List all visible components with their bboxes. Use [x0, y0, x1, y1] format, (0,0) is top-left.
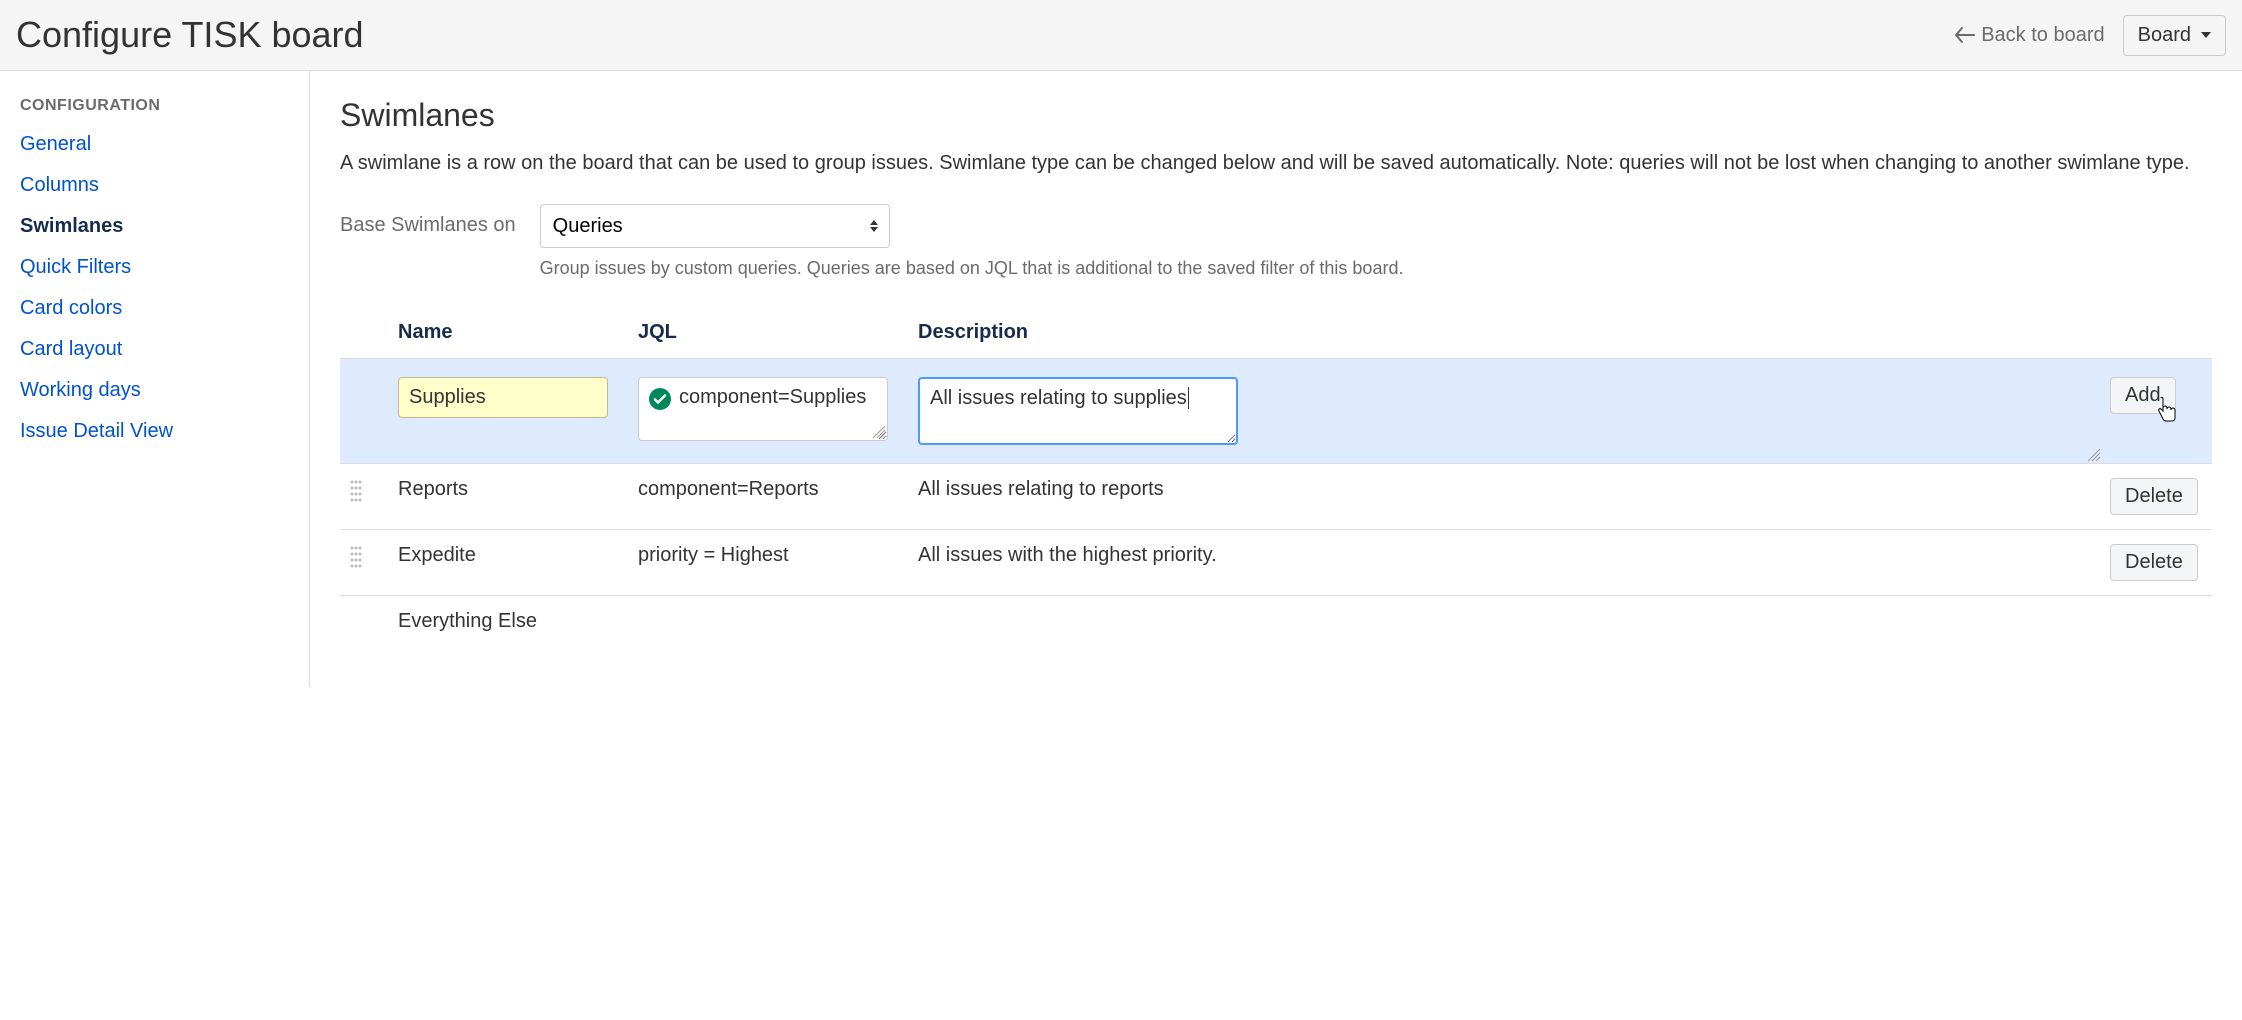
swimlane-jql-cell — [630, 596, 910, 648]
base-swimlanes-hint: Group issues by custom queries. Queries … — [540, 258, 2212, 279]
chevron-down-icon — [2201, 32, 2211, 38]
sidebar-item-general[interactable]: General — [20, 133, 91, 155]
column-header-description: Description — [910, 309, 2102, 359]
swimlane-description-cell — [910, 596, 2102, 648]
swimlane-description-input[interactable]: All issues relating to supplies — [918, 377, 1238, 445]
back-link-text: Back to board — [1981, 24, 2104, 47]
swimlane-jql-cell[interactable]: priority = Highest — [630, 530, 910, 596]
resize-handle-icon — [873, 426, 885, 438]
sidebar-item-swimlanes[interactable]: Swimlanes — [20, 215, 123, 237]
swimlane-name-cell[interactable]: Expedite — [390, 530, 630, 596]
base-swimlanes-select[interactable]: Queries — [540, 204, 890, 248]
column-header-handle — [340, 309, 390, 359]
arrow-left-icon — [1955, 27, 1975, 43]
sidebar-item-card-colors[interactable]: Card colors — [20, 297, 122, 319]
base-swimlanes-label: Base Swimlanes on — [340, 204, 516, 237]
swimlane-jql-cell[interactable]: component=Reports — [630, 464, 910, 530]
swimlane-description-cell[interactable]: All issues with the highest priority. — [910, 530, 2102, 596]
column-header-name: Name — [390, 309, 630, 359]
swimlane-name-cell[interactable]: Reports — [390, 464, 630, 530]
check-circle-icon — [649, 388, 671, 416]
board-dropdown-button[interactable]: Board — [2123, 15, 2226, 56]
swimlane-description-cell[interactable]: All issues relating to reports — [910, 464, 2102, 530]
sidebar-heading: CONFIGURATION — [20, 97, 289, 115]
swimlane-description-text: All issues relating to supplies — [930, 387, 1187, 409]
drag-handle-icon[interactable] — [348, 544, 364, 572]
swimlane-name-cell[interactable]: Everything Else — [390, 596, 630, 648]
swimlane-row: Reports component=Reports All issues rel… — [340, 464, 2212, 530]
sidebar-item-card-layout[interactable]: Card layout — [20, 338, 122, 360]
sidebar-item-quick-filters[interactable]: Quick Filters — [20, 256, 131, 278]
section-description: A swimlane is a row on the board that ca… — [340, 148, 2212, 178]
swimlane-name-input[interactable] — [398, 377, 608, 418]
section-title: Swimlanes — [340, 97, 2212, 134]
swimlane-row: Everything Else — [340, 596, 2212, 648]
drag-handle-icon[interactable] — [348, 478, 364, 506]
board-button-label: Board — [2138, 24, 2191, 47]
sidebar-item-columns[interactable]: Columns — [20, 174, 99, 196]
delete-swimlane-button[interactable]: Delete — [2110, 544, 2198, 581]
back-to-board-link[interactable]: Back to board — [1955, 24, 2104, 47]
delete-swimlane-button[interactable]: Delete — [2110, 478, 2198, 515]
column-header-action — [2102, 309, 2212, 359]
page-title: Configure TISK board — [16, 14, 364, 56]
sidebar-item-issue-detail-view[interactable]: Issue Detail View — [20, 420, 173, 442]
swimlane-add-row: component=Supplies All issues relating t… — [340, 359, 2212, 464]
text-caret-icon — [1188, 387, 1189, 409]
swimlane-row: Expedite priority = Highest All issues w… — [340, 530, 2212, 596]
add-swimlane-button[interactable]: Add — [2110, 377, 2176, 414]
column-header-jql: JQL — [630, 309, 910, 359]
main-content: Swimlanes A swimlane is a row on the boa… — [310, 71, 2242, 687]
swimlane-jql-text: component=Supplies — [679, 386, 866, 408]
sidebar: CONFIGURATION General Columns Swimlanes … — [0, 71, 310, 687]
swimlane-jql-input[interactable]: component=Supplies — [638, 377, 888, 441]
sidebar-item-working-days[interactable]: Working days — [20, 379, 141, 401]
